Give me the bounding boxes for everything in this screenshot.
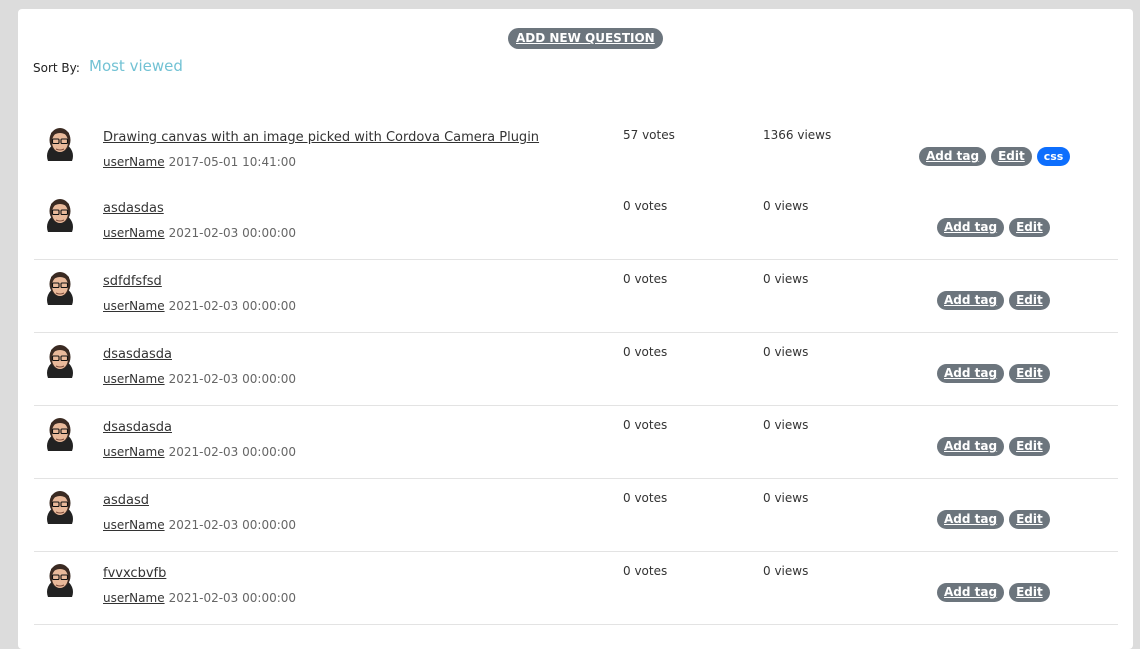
vote-count: 0 votes — [623, 199, 668, 213]
author-link[interactable]: userName — [103, 372, 165, 386]
edit-button[interactable]: Edit — [1009, 364, 1050, 383]
question-title-link[interactable]: asdasdas — [103, 201, 164, 216]
question-title-link[interactable]: fvvxcbvfb — [103, 566, 166, 581]
question-actions: Add tag Edit — [937, 510, 1050, 529]
view-count: 0 views — [763, 345, 809, 359]
question-actions: Add tag Edit css — [919, 147, 1071, 166]
question-row: fvvxcbvfb userName 2021-02-03 00:00:00 0 … — [34, 552, 1118, 625]
question-row: asdasdas userName 2021-02-03 00:00:00 0 v… — [34, 187, 1118, 260]
question-meta: userName 2021-02-03 00:00:00 — [103, 518, 296, 532]
view-count: 0 views — [763, 199, 809, 213]
question-date: 2021-02-03 00:00:00 — [168, 226, 297, 240]
author-link[interactable]: userName — [103, 591, 165, 605]
question-meta: userName 2021-02-03 00:00:00 — [103, 226, 296, 240]
vote-count: 0 votes — [623, 345, 668, 359]
tag-css[interactable]: css — [1036, 147, 1071, 166]
edit-button[interactable]: Edit — [1009, 437, 1050, 456]
question-row: sdfdfsfsd userName 2021-02-03 00:00:00 0 … — [34, 260, 1118, 333]
question-meta: userName 2021-02-03 00:00:00 — [103, 372, 296, 386]
add-tag-button[interactable]: Add tag — [937, 510, 1005, 529]
view-count: 1366 views — [763, 128, 832, 142]
view-count: 0 views — [763, 564, 809, 578]
add-new-question-button[interactable]: ADD NEW QUESTION — [508, 28, 663, 49]
question-row: asdasd userName 2021-02-03 00:00:00 0 vot… — [34, 479, 1118, 552]
author-link[interactable]: userName — [103, 445, 165, 459]
vote-count: 57 votes — [623, 128, 675, 142]
edit-button[interactable]: Edit — [991, 147, 1032, 166]
add-tag-button[interactable]: Add tag — [937, 583, 1005, 602]
question-title-link[interactable]: Drawing canvas with an image picked with… — [103, 130, 539, 145]
question-date: 2021-02-03 00:00:00 — [168, 372, 297, 386]
question-actions: Add tag Edit — [937, 364, 1050, 383]
question-title-link[interactable]: dsasdasda — [103, 347, 172, 362]
avatar — [47, 128, 73, 161]
sort-select[interactable]: Most viewed — [89, 57, 183, 75]
question-title-link[interactable]: sdfdfsfsd — [103, 274, 162, 289]
question-actions: Add tag Edit — [937, 437, 1050, 456]
question-meta: userName 2017-05-01 10:41:00 — [103, 155, 296, 169]
edit-button[interactable]: Edit — [1009, 218, 1050, 237]
question-date: 2021-02-03 00:00:00 — [168, 591, 297, 605]
view-count: 0 views — [763, 272, 809, 286]
add-tag-button[interactable]: Add tag — [937, 437, 1005, 456]
question-row: dsasdasda userName 2021-02-03 00:00:00 0 … — [34, 333, 1118, 406]
avatar — [47, 345, 73, 378]
add-tag-button[interactable]: Add tag — [937, 364, 1005, 383]
author-link[interactable]: userName — [103, 518, 165, 532]
view-count: 0 views — [763, 418, 809, 432]
question-actions: Add tag Edit — [937, 218, 1050, 237]
question-actions: Add tag Edit — [937, 583, 1050, 602]
view-count: 0 views — [763, 491, 809, 505]
question-actions: Add tag Edit — [937, 291, 1050, 310]
question-list: Drawing canvas with an image picked with… — [34, 116, 1118, 625]
edit-button[interactable]: Edit — [1009, 583, 1050, 602]
avatar — [47, 418, 73, 451]
question-meta: userName 2021-02-03 00:00:00 — [103, 591, 296, 605]
avatar — [47, 199, 73, 232]
avatar — [47, 491, 73, 524]
question-row: dsasdasda userName 2021-02-03 00:00:00 0 … — [34, 406, 1118, 479]
question-row: Drawing canvas with an image picked with… — [34, 116, 1118, 187]
question-title-link[interactable]: dsasdasda — [103, 420, 172, 435]
question-date: 2017-05-01 10:41:00 — [168, 155, 297, 169]
question-date: 2021-02-03 00:00:00 — [168, 299, 297, 313]
question-meta: userName 2021-02-03 00:00:00 — [103, 299, 296, 313]
edit-button[interactable]: Edit — [1009, 291, 1050, 310]
questions-panel: ADD NEW QUESTION Sort By: Most viewed Dr… — [18, 9, 1133, 649]
vote-count: 0 votes — [623, 272, 668, 286]
add-tag-button[interactable]: Add tag — [919, 147, 987, 166]
avatar — [47, 564, 73, 597]
vote-count: 0 votes — [623, 418, 668, 432]
add-tag-button[interactable]: Add tag — [937, 291, 1005, 310]
author-link[interactable]: userName — [103, 226, 165, 240]
question-date: 2021-02-03 00:00:00 — [168, 518, 297, 532]
vote-count: 0 votes — [623, 491, 668, 505]
sort-label: Sort By: — [33, 61, 80, 75]
question-title-link[interactable]: asdasd — [103, 493, 149, 508]
author-link[interactable]: userName — [103, 299, 165, 313]
avatar — [47, 272, 73, 305]
question-date: 2021-02-03 00:00:00 — [168, 445, 297, 459]
author-link[interactable]: userName — [103, 155, 165, 169]
question-meta: userName 2021-02-03 00:00:00 — [103, 445, 296, 459]
vote-count: 0 votes — [623, 564, 668, 578]
add-tag-button[interactable]: Add tag — [937, 218, 1005, 237]
edit-button[interactable]: Edit — [1009, 510, 1050, 529]
